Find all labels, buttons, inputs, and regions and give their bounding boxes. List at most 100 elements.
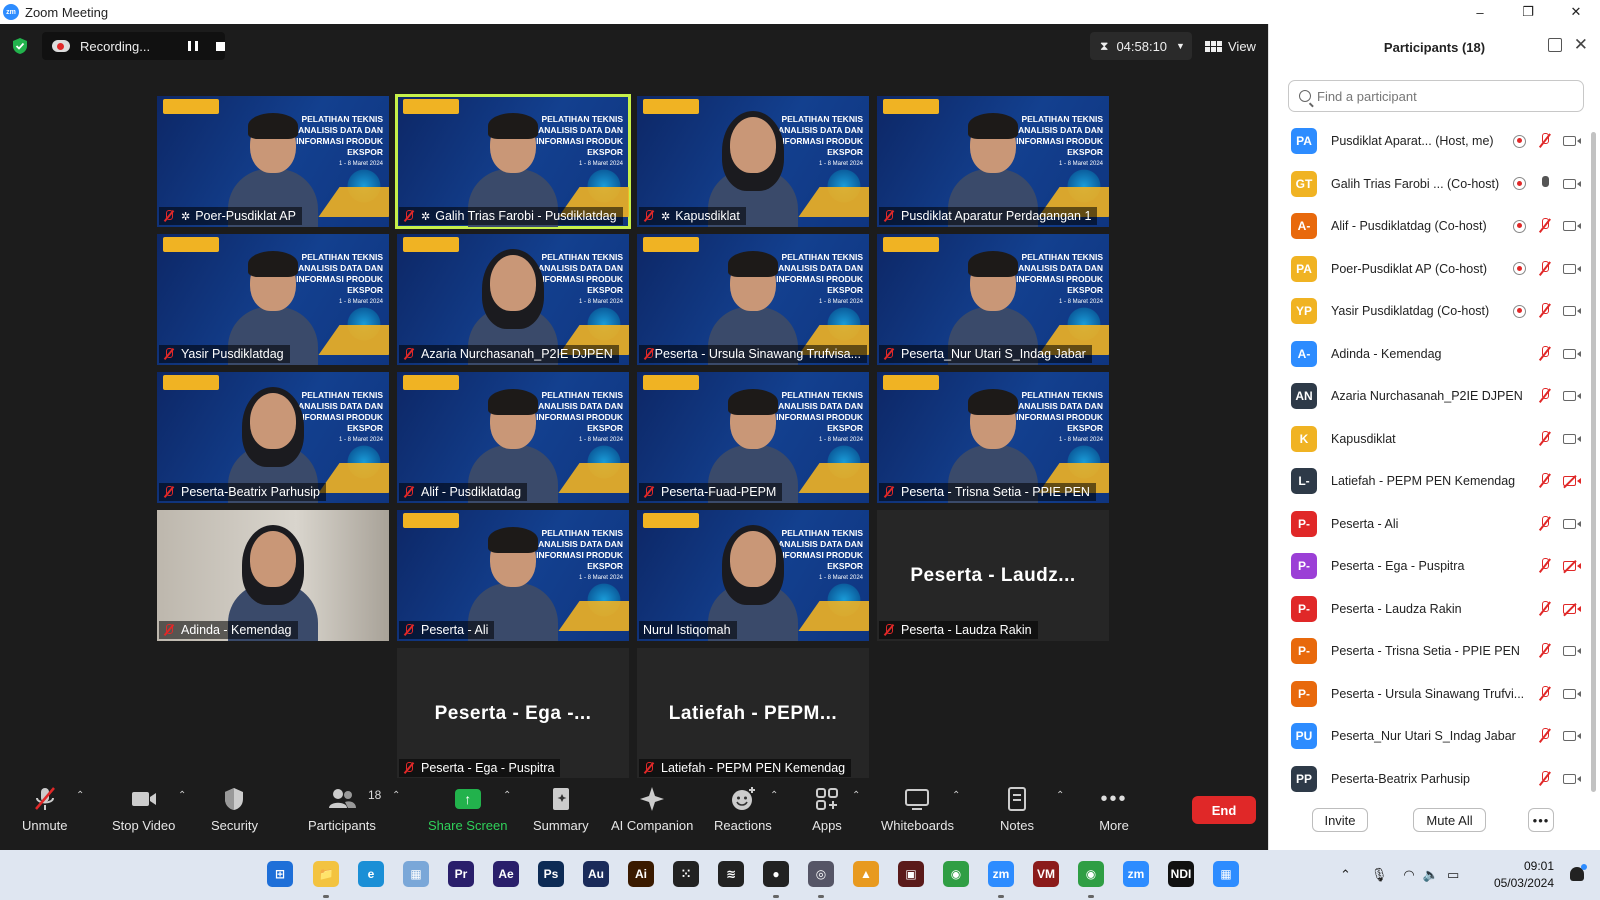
stop-recording-icon[interactable]: [216, 41, 225, 51]
view-button[interactable]: View: [1205, 34, 1256, 58]
video-camera-icon[interactable]: [1563, 306, 1581, 317]
participant-row[interactable]: P- Peserta - Ali: [1269, 503, 1585, 546]
video-camera-icon[interactable]: [1563, 391, 1581, 402]
video-tile[interactable]: Latiefah - PEPM... Latiefah - PEPM PEN Ke…: [637, 648, 869, 779]
mic-muted-icon[interactable]: [1539, 515, 1551, 532]
video-options-chevron-icon[interactable]: ⌃: [178, 790, 186, 801]
mic-muted-icon[interactable]: [1539, 345, 1551, 362]
wifi-icon[interactable]: ◠: [1403, 867, 1414, 883]
stop-video-button[interactable]: Stop Video: [112, 784, 175, 833]
taskbar-app-grid-icon[interactable]: ▦: [1213, 861, 1239, 887]
taskbar-app-window-icon[interactable]: ▣: [898, 861, 924, 887]
participant-row[interactable]: PU Peserta_Nur Utari S_Indag Jabar: [1269, 715, 1585, 758]
video-camera-icon[interactable]: [1563, 518, 1581, 529]
more-button[interactable]: ••• More: [1099, 784, 1129, 834]
mic-muted-icon[interactable]: [1539, 770, 1551, 787]
video-camera-icon[interactable]: [1563, 348, 1581, 359]
video-camera-icon[interactable]: [1563, 221, 1581, 232]
participant-row[interactable]: PA Poer-Pusdiklat AP (Co-host): [1269, 248, 1585, 291]
participant-row[interactable]: AN Azaria Nurchasanah_P2IE DJPEN: [1269, 375, 1585, 418]
video-tile[interactable]: PELATIHAN TEKNIS ANALISIS DATA DAN INFORMA…: [637, 372, 869, 503]
minimize-button[interactable]: –: [1456, 0, 1504, 24]
taskbar-ndi-icon[interactable]: NDI: [1168, 861, 1194, 887]
participant-row[interactable]: PP Peserta-Beatrix Parhusip: [1269, 758, 1585, 801]
video-tile[interactable]: PELATIHAN TEKNIS ANALISIS DATA DAN INFORMA…: [877, 96, 1109, 227]
taskbar-audition-icon[interactable]: Au: [583, 861, 609, 887]
video-camera-icon[interactable]: [1563, 178, 1581, 189]
video-tile[interactable]: PELATIHAN TEKNIS ANALISIS DATA DAN INFORMA…: [877, 372, 1109, 503]
mic-muted-icon[interactable]: [1539, 643, 1551, 659]
taskbar-after-effects-icon[interactable]: Ae: [493, 861, 519, 887]
video-tile[interactable]: PELATIHAN TEKNIS ANALISIS DATA DAN INFORMA…: [877, 234, 1109, 365]
apps-button[interactable]: Apps: [812, 784, 842, 833]
mic-muted-icon[interactable]: [1539, 473, 1551, 489]
invite-button[interactable]: Invite: [1312, 808, 1368, 832]
video-off-icon[interactable]: [1563, 561, 1581, 572]
whiteboards-options-chevron-icon[interactable]: ⌃: [952, 790, 960, 801]
video-tile[interactable]: PELATIHAN TEKNIS ANALISIS DATA DAN INFORMA…: [395, 94, 631, 229]
participant-row[interactable]: YP Yasir Pusdiklatdag (Co-host): [1269, 290, 1585, 333]
video-tile[interactable]: Peserta - Laudz... Peserta - Laudza Rakin: [877, 510, 1109, 641]
notes-options-chevron-icon[interactable]: ⌃: [1056, 790, 1064, 801]
taskbar-zoom-2-icon[interactable]: zm: [1123, 861, 1149, 887]
mic-muted-icon[interactable]: [1539, 303, 1551, 319]
shield-icon[interactable]: [12, 37, 28, 55]
taskbar-obs-icon[interactable]: ●: [763, 861, 789, 887]
microphone-icon[interactable]: 🎙: [1371, 867, 1388, 883]
video-camera-icon[interactable]: [1563, 433, 1581, 444]
taskbar-illustrator-icon[interactable]: Ai: [628, 861, 654, 887]
tray-chevron-up-icon[interactable]: ⌃: [1340, 867, 1351, 883]
video-tile[interactable]: PELATIHAN TEKNIS ANALISIS DATA DAN INFORMA…: [637, 510, 869, 641]
security-button[interactable]: Security: [211, 784, 258, 833]
taskbar-voicemeeter-icon[interactable]: VM: [1033, 861, 1059, 887]
share-options-chevron-icon[interactable]: ⌃: [503, 790, 511, 801]
notification-bell-icon[interactable]: [1570, 864, 1587, 881]
apps-options-chevron-icon[interactable]: ⌃: [852, 790, 860, 801]
video-tile[interactable]: PELATIHAN TEKNIS ANALISIS DATA DAN INFORMA…: [397, 372, 629, 503]
taskbar-app-dots-icon[interactable]: ⁙: [673, 861, 699, 887]
taskbar-photoshop-icon[interactable]: Ps: [538, 861, 564, 887]
video-camera-icon[interactable]: [1563, 773, 1581, 784]
taskbar-edge-icon[interactable]: e: [358, 861, 384, 887]
mic-muted-icon[interactable]: [1539, 728, 1551, 744]
mute-all-button[interactable]: Mute All: [1413, 808, 1486, 832]
participant-row[interactable]: K Kapusdiklat: [1269, 418, 1585, 461]
video-camera-icon[interactable]: [1563, 646, 1581, 657]
close-window-button[interactable]: ✕: [1552, 0, 1600, 24]
participant-search[interactable]: [1288, 80, 1584, 112]
video-camera-icon[interactable]: [1563, 731, 1581, 742]
video-off-icon[interactable]: [1563, 476, 1581, 487]
participant-row[interactable]: P- Peserta - Trisna Setia - PPIE PEN: [1269, 630, 1585, 673]
audio-options-chevron-icon[interactable]: ⌃: [76, 790, 84, 801]
battery-icon[interactable]: ▭: [1447, 867, 1459, 883]
mic-muted-icon[interactable]: [1539, 685, 1551, 702]
video-camera-icon[interactable]: [1563, 136, 1581, 147]
notes-button[interactable]: Notes: [1000, 784, 1034, 833]
participant-row[interactable]: L- Latiefah - PEPM PEN Kemendag: [1269, 460, 1585, 503]
taskbar-premiere-icon[interactable]: Pr: [448, 861, 474, 887]
unmute-button[interactable]: Unmute: [22, 784, 68, 833]
mic-muted-icon[interactable]: [1539, 260, 1551, 277]
video-tile[interactable]: Adinda - Kemendag: [157, 510, 389, 641]
video-tile[interactable]: PELATIHAN TEKNIS ANALISIS DATA DAN INFORMA…: [397, 510, 629, 641]
end-meeting-button[interactable]: End: [1192, 796, 1256, 824]
participants-button[interactable]: Participants 18: [308, 784, 381, 833]
taskbar-chrome-icon[interactable]: ◉: [943, 861, 969, 887]
mic-muted-icon[interactable]: [1539, 133, 1551, 149]
taskbar-app-wave-icon[interactable]: ≋: [718, 861, 744, 887]
taskbar-app-chart-icon[interactable]: ▲: [853, 861, 879, 887]
participant-row[interactable]: A- Alif - Pusdiklatdag (Co-host): [1269, 205, 1585, 248]
reactions-options-chevron-icon[interactable]: ⌃: [770, 790, 778, 801]
mic-muted-icon[interactable]: [1539, 558, 1551, 574]
close-icon[interactable]: ✕: [1574, 35, 1588, 55]
video-camera-icon[interactable]: [1563, 688, 1581, 699]
participant-list-scrollbar[interactable]: [1591, 132, 1596, 792]
mic-icon[interactable]: [1539, 175, 1551, 192]
restore-button[interactable]: ❐: [1504, 0, 1552, 24]
taskbar-zoom-icon[interactable]: zm: [988, 861, 1014, 887]
meeting-timer[interactable]: ⧗ 04:58:10 ▼: [1090, 32, 1192, 60]
taskbar-clock[interactable]: 09:01 05/03/2024: [1494, 858, 1554, 892]
participant-row[interactable]: GT Galih Trias Farobi ... (Co-host): [1269, 163, 1585, 206]
video-tile[interactable]: PELATIHAN TEKNIS ANALISIS DATA DAN INFORMA…: [637, 234, 869, 365]
video-tile[interactable]: PELATIHAN TEKNIS ANALISIS DATA DAN INFORMA…: [157, 234, 389, 365]
